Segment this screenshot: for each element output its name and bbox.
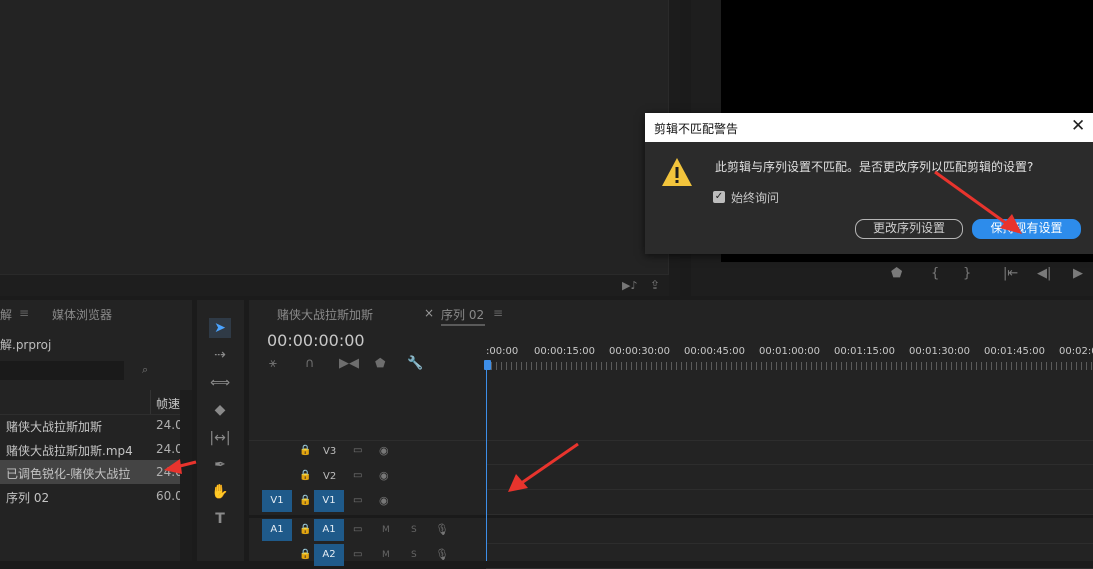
annotation-arrows [164,170,1022,492]
